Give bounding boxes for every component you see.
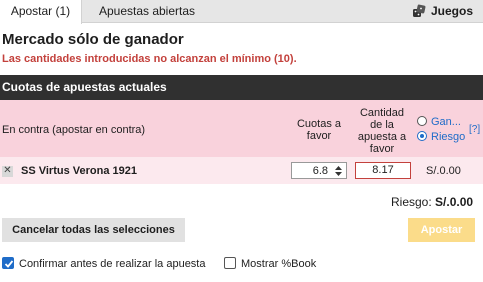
book-label: Mostrar %Book <box>241 258 317 270</box>
odds-column-header: Cuotas a favor <box>290 118 348 142</box>
stake-header-line: favor <box>369 143 395 155</box>
tab-games[interactable]: Juegos <box>402 0 483 23</box>
lay-header: En contra (apostar en contra) Cuotas a f… <box>0 100 483 157</box>
minimum-warning: Las cantidades introducidas no alcanzan … <box>2 53 297 65</box>
liability-value: S/.0.00 <box>426 165 461 177</box>
section-header: Cuotas de apuestas actuales <box>0 75 483 100</box>
place-bet-button[interactable]: Apostar <box>408 218 475 242</box>
risk-radio-option[interactable]: Riesgo <box>417 131 465 143</box>
odds-value: 6.8 <box>312 165 328 177</box>
odds-stepper[interactable]: 6.8 <box>291 162 347 179</box>
close-icon[interactable]: ✕ <box>2 166 13 177</box>
selection-name: SS Virtus Verona 1921 <box>21 165 137 177</box>
total-risk: Riesgo: S/.0.00 <box>391 195 473 209</box>
lay-title: En contra (apostar en contra) <box>2 124 146 136</box>
stake-input[interactable]: 8.17 <box>355 162 411 179</box>
total-risk-value: S/.0.00 <box>435 195 474 209</box>
help-link[interactable]: [?] <box>469 124 480 135</box>
book-checkbox[interactable] <box>224 257 236 269</box>
profit-radio-label: Gan... <box>431 116 461 128</box>
cancel-all-button[interactable]: Cancelar todas las selecciones <box>2 218 185 242</box>
spinner-arrows-icon[interactable] <box>334 165 343 177</box>
confirm-checkbox[interactable] <box>2 257 14 269</box>
tab-place-bet[interactable]: Apostar (1) <box>0 0 82 24</box>
confirm-label: Confirmar antes de realizar la apuesta <box>19 258 206 270</box>
confirm-option[interactable]: Confirmar antes de realizar la apuesta <box>2 257 205 270</box>
stake-header-line: Cantidad <box>359 107 405 119</box>
stake-column-header: Cantidad de la apuesta a favor <box>352 107 412 155</box>
risk-radio-label: Riesgo <box>431 131 466 143</box>
odds-header-line: favor <box>306 130 332 142</box>
total-risk-label: Riesgo: <box>391 195 432 209</box>
tab-open-bets[interactable]: Apuestas abiertas <box>82 0 212 23</box>
market-title: Mercado sólo de ganador <box>2 31 184 48</box>
profit-radio-option[interactable]: Gan... <box>417 116 461 128</box>
stake-header-line: apuesta a <box>357 131 407 143</box>
risk-radio[interactable] <box>417 131 427 141</box>
tab-games-label: Juegos <box>430 4 473 18</box>
dice-icon <box>412 3 426 17</box>
profit-radio[interactable] <box>417 116 427 126</box>
book-option[interactable]: Mostrar %Book <box>224 257 316 270</box>
odds-header-line: Cuotas a <box>296 118 342 130</box>
stake-header-line: de la <box>370 119 394 131</box>
bet-slip-tabs: Apostar (1) Apuestas abiertas Juegos <box>0 0 483 24</box>
bet-row: ✕ SS Virtus Verona 1921 6.8 8.17 S/.0.00 <box>0 157 483 184</box>
